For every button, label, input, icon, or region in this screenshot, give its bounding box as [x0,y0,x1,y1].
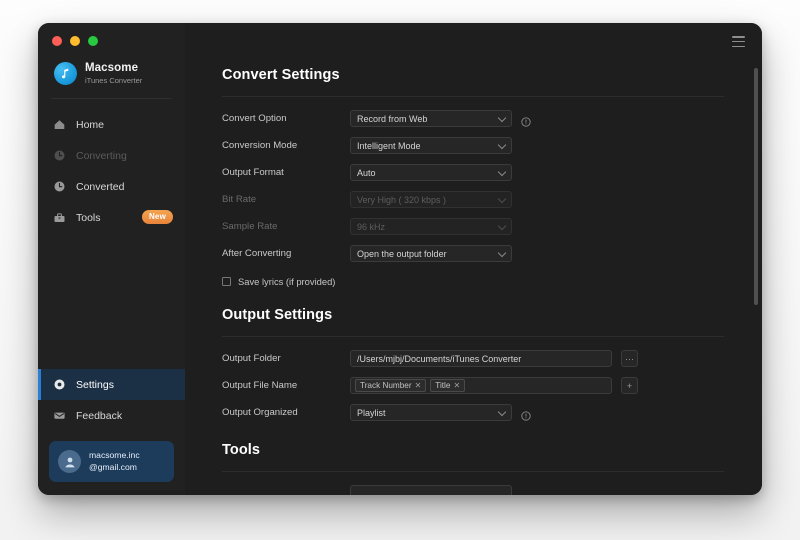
sidebar-item-label: Converted [76,180,125,193]
select-tools-clipped[interactable] [350,485,512,495]
vertical-scrollbar[interactable] [754,68,758,305]
info-icon[interactable] [521,408,531,421]
info-icon[interactable] [521,114,531,127]
label-bit-rate: Bit Rate [222,194,257,205]
brand-block: Macsome iTunes Converter [38,46,185,86]
browse-folder-button[interactable]: ··· [621,350,638,367]
settings-content: Convert Settings Convert Option Record f… [185,23,762,495]
label-conversion-mode: Conversion Mode [222,140,298,151]
row-output-folder: Output Folder /Users/mjbj/Documents/iTun… [222,345,724,372]
chevron-down-icon [497,407,507,416]
brand-name: Macsome [85,62,139,74]
sidebar-item-home[interactable]: Home [38,109,185,140]
row-output-file-name: Output File Name Track Number ✕ Title ✕ … [222,372,724,399]
select-convert-option[interactable]: Record from Web [350,110,512,127]
chevron-down-icon [497,113,507,122]
maximize-button[interactable] [88,36,98,46]
music-note-icon [54,62,77,86]
sidebar-item-label: Feedback [76,409,123,422]
row-save-lyrics: Save lyrics (if provided) [222,269,724,293]
input-output-file-name[interactable]: Track Number ✕ Title ✕ [350,377,612,394]
sidebar-item-feedback[interactable]: Feedback [38,400,185,431]
account-email-line2: @gmail.com [89,461,137,472]
page-title-convert-settings: Convert Settings [222,67,340,83]
checkbox-save-lyrics[interactable] [222,276,231,286]
select-conversion-mode[interactable]: Intelligent Mode [350,137,512,154]
tag-title[interactable]: Title ✕ [430,379,466,392]
chevron-down-icon [497,140,507,149]
add-tag-button[interactable]: + [621,377,638,394]
tag-track-number[interactable]: Track Number ✕ [355,379,427,392]
minimize-button[interactable] [70,36,80,46]
label-output-file-name: Output File Name [222,380,298,391]
app-window: Macsome iTunes Converter Home Converting… [38,23,762,495]
sidebar-divider [51,98,172,100]
label-after-converting: After Converting [222,248,292,259]
account-email: macsome.inc @gmail.com [89,450,140,473]
gear-icon [53,378,66,391]
account-email-line1: macsome.inc [89,450,140,461]
chevron-down-icon [497,194,507,203]
row-after-converting: After Converting Open the output folder [222,240,724,267]
close-icon[interactable]: ✕ [453,381,460,390]
sidebar-item-label: Settings [76,378,114,391]
window-controls [38,23,185,46]
main-panel: Convert Settings Convert Option Record f… [185,23,762,495]
close-icon[interactable]: ✕ [415,381,422,390]
status-badge-new: New [141,210,173,225]
toolbox-icon [53,211,66,224]
row-sample-rate: Sample Rate 96 kHz [222,213,724,240]
close-button[interactable] [52,36,62,46]
label-output-folder: Output Folder [222,353,281,364]
sidebar-item-label: Tools [76,211,101,224]
select-after-converting[interactable]: Open the output folder [350,245,512,262]
label-output-organized: Output Organized [222,407,298,418]
page-root: Macsome iTunes Converter Home Converting… [0,0,800,540]
page-title-output-settings: Output Settings [222,307,333,323]
sidebar-item-settings[interactable]: Settings [38,369,185,400]
clock-icon [53,180,66,193]
row-convert-option: Convert Option Record from Web [222,105,724,132]
brand-subtitle: iTunes Converter [85,75,143,85]
row-output-format: Output Format Auto [222,159,724,186]
clock-icon [53,149,66,162]
chevron-down-icon [497,167,507,176]
sidebar-item-converted[interactable]: Converted [38,171,185,202]
divider [222,96,724,97]
label-output-format: Output Format [222,167,284,178]
row-tools-clipped [222,480,724,495]
user-avatar-icon [58,450,81,473]
row-conversion-mode: Conversion Mode Intelligent Mode [222,132,724,159]
label-save-lyrics: Save lyrics (if provided) [238,275,336,287]
sidebar-nav: Home Converting Converted Tools New [38,109,185,233]
account-card[interactable]: macsome.inc @gmail.com [49,441,174,482]
divider [222,336,724,337]
chevron-down-icon [497,248,507,257]
row-bit-rate: Bit Rate Very High ( 320 kbps ) [222,186,724,213]
sidebar-item-tools[interactable]: Tools New [38,202,185,233]
sidebar-item-label: Home [76,118,105,131]
sidebar-item-converting[interactable]: Converting [38,140,185,171]
select-output-format[interactable]: Auto [350,164,512,181]
label-sample-rate: Sample Rate [222,221,278,232]
select-sample-rate: 96 kHz [350,218,512,235]
select-bit-rate: Very High ( 320 kbps ) [350,191,512,208]
envelope-icon [53,409,66,422]
chevron-down-icon [497,221,507,230]
sidebar-item-label: Converting [76,149,127,162]
select-output-organized[interactable]: Playlist [350,404,512,421]
sidebar-bottom-nav: Settings Feedback macsome.inc @gmail.com [38,369,185,495]
sidebar: Macsome iTunes Converter Home Converting… [38,23,185,495]
divider [222,471,724,472]
home-icon [53,118,66,131]
page-title-tools: Tools [222,442,261,458]
row-output-organized: Output Organized Playlist [222,399,724,426]
input-output-folder[interactable]: /Users/mjbj/Documents/iTunes Converter [350,350,612,367]
label-convert-option: Convert Option [222,113,287,124]
